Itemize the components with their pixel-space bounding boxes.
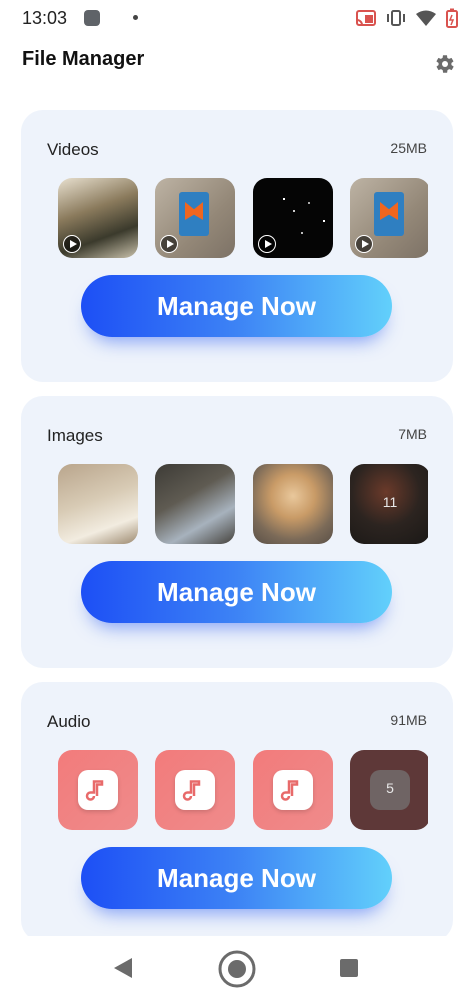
music-note-icon bbox=[175, 770, 215, 810]
play-icon bbox=[258, 235, 276, 253]
section-size: 7MB bbox=[398, 426, 427, 442]
vibrate-icon bbox=[387, 10, 405, 26]
section-size: 25MB bbox=[390, 140, 427, 156]
audio-thumb-3[interactable] bbox=[253, 750, 333, 830]
home-icon[interactable] bbox=[217, 949, 257, 989]
audio-thumb-2[interactable] bbox=[155, 750, 235, 830]
video-thumb-2[interactable] bbox=[155, 178, 235, 258]
status-bar: 13:03 bbox=[0, 0, 474, 36]
manage-videos-button[interactable]: Manage Now bbox=[81, 275, 392, 337]
images-card: Images 7MB 11 Manage Now bbox=[21, 396, 453, 668]
videos-card: Videos 25MB Manage Now bbox=[21, 110, 453, 382]
recents-icon[interactable] bbox=[339, 958, 359, 978]
section-title: Images bbox=[47, 426, 103, 445]
music-note-icon bbox=[78, 770, 118, 810]
manage-audio-button[interactable]: Manage Now bbox=[81, 847, 392, 909]
audio-card: Audio 91MB 5 Manage Now bbox=[21, 682, 453, 942]
image-thumb-1[interactable] bbox=[58, 464, 138, 544]
video-thumb-3[interactable] bbox=[253, 178, 333, 258]
video-thumb-4[interactable] bbox=[350, 178, 428, 258]
navigation-bar bbox=[0, 936, 474, 1000]
video-thumb-1[interactable] bbox=[58, 178, 138, 258]
notification-dot-icon bbox=[133, 15, 138, 20]
status-time: 13:03 bbox=[22, 8, 68, 28]
audio-thumb-4[interactable]: 5 bbox=[350, 750, 428, 830]
notification-icon bbox=[84, 10, 100, 26]
status-icons bbox=[356, 8, 458, 28]
audio-thumb-1[interactable] bbox=[58, 750, 138, 830]
wifi-icon bbox=[416, 10, 436, 26]
image-thumb-4[interactable]: 11 bbox=[350, 464, 428, 544]
image-thumb-2[interactable] bbox=[155, 464, 235, 544]
cast-icon bbox=[356, 10, 376, 26]
more-count: 11 bbox=[382, 494, 398, 510]
play-icon bbox=[355, 235, 373, 253]
manage-images-button[interactable]: Manage Now bbox=[81, 561, 392, 623]
battery-icon bbox=[446, 8, 458, 28]
page-title: File Manager bbox=[22, 48, 145, 70]
play-icon bbox=[160, 235, 178, 253]
image-thumbnails: 11 bbox=[58, 464, 428, 544]
music-note-icon bbox=[273, 770, 313, 810]
section-title: Audio bbox=[47, 712, 91, 731]
app-bar: File Manager bbox=[0, 40, 474, 84]
gear-icon[interactable] bbox=[432, 52, 456, 76]
back-icon[interactable] bbox=[112, 956, 134, 980]
image-thumb-3[interactable] bbox=[253, 464, 333, 544]
book-cover bbox=[374, 192, 404, 236]
video-thumbnails bbox=[58, 178, 428, 258]
more-count: 5 bbox=[386, 780, 394, 796]
audio-thumbnails: 5 bbox=[58, 750, 428, 830]
book-cover bbox=[179, 192, 209, 236]
section-size: 91MB bbox=[390, 712, 427, 728]
section-title: Videos bbox=[47, 140, 99, 159]
play-icon bbox=[63, 235, 81, 253]
